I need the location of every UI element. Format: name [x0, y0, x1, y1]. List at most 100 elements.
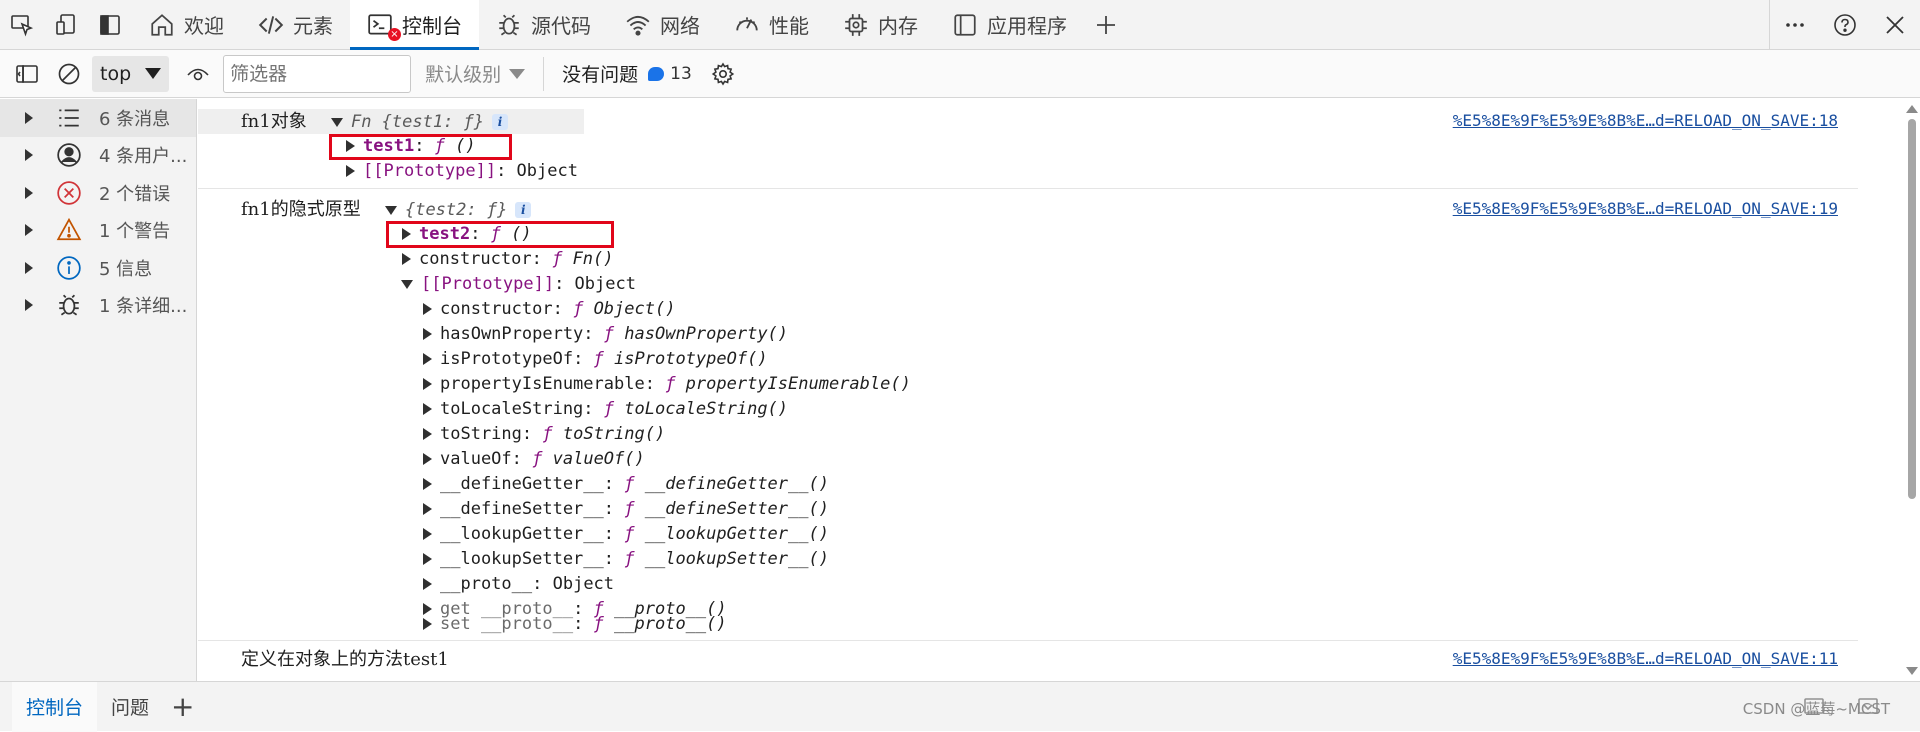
expand-arrow-icon[interactable] [423, 618, 432, 630]
dock-side-icon[interactable] [88, 0, 132, 50]
object-property-row[interactable]: propertyIsEnumerable: ƒ propertyIsEnumer… [423, 372, 911, 397]
add-drawer-tab-icon[interactable]: + [171, 690, 194, 723]
sidebar-item-verbose[interactable]: 1 条详细... [0, 287, 196, 325]
context-selector[interactable]: top [92, 56, 169, 92]
object-property-row[interactable]: hasOwnProperty: ƒ hasOwnProperty() [423, 322, 788, 347]
clear-console-icon[interactable] [48, 50, 90, 98]
sidebar-item-warnings[interactable]: 1 个警告 [0, 212, 196, 250]
filter-input[interactable] [223, 55, 411, 93]
more-options-icon[interactable] [1770, 0, 1820, 50]
source-link[interactable]: %E5%8E%9F%E5%9E%8B%E…d=RELOAD_ON_SAVE:11 [1453, 649, 1838, 668]
live-expression-eye-icon[interactable] [177, 50, 219, 98]
console-settings-gear-icon[interactable] [702, 50, 744, 98]
expand-arrow-icon[interactable] [25, 262, 33, 274]
expand-arrow-icon[interactable] [423, 453, 432, 465]
sidebar-item-info[interactable]: 5 信息 [0, 249, 196, 287]
drawer-tab-console[interactable]: 控制台 [12, 682, 97, 732]
add-tab-icon[interactable] [1084, 0, 1128, 50]
object-property-row[interactable]: toString: ƒ toString() [423, 422, 665, 447]
tab-sources[interactable]: 源代码 [479, 0, 608, 50]
object-property-row[interactable]: __defineSetter__: ƒ __defineSetter__() [423, 497, 829, 522]
tab-elements[interactable]: 元素 [241, 0, 350, 50]
sidebar-item-messages[interactable]: 6 条消息 [0, 99, 196, 137]
expand-arrow-icon[interactable] [423, 328, 432, 340]
property-value: propertyIsEnumerable() [675, 374, 910, 394]
expand-arrow-icon[interactable] [423, 503, 432, 515]
tab-console[interactable]: × 控制台 [350, 0, 479, 50]
collapse-arrow-icon[interactable] [401, 280, 413, 289]
close-devtools-icon[interactable] [1870, 0, 1920, 50]
expand-arrow-icon[interactable] [423, 553, 432, 565]
tab-welcome[interactable]: 欢迎 [132, 0, 241, 50]
object-preview[interactable]: Fn {test1: ƒ} [351, 112, 484, 132]
scroll-down-arrow-icon[interactable] [1906, 667, 1918, 675]
expand-arrow-icon[interactable] [25, 149, 33, 161]
property-key: constructor [419, 249, 532, 269]
bug-icon [55, 291, 83, 319]
device-emulation-icon[interactable] [44, 0, 88, 50]
expand-arrow-icon[interactable] [423, 528, 432, 540]
inspect-element-icon[interactable] [0, 0, 44, 50]
object-property-row[interactable]: set __proto__: ƒ __proto__() [423, 612, 727, 637]
object-property-row[interactable]: __lookupGetter__: ƒ __lookupGetter__() [423, 522, 829, 547]
function-symbol: ƒ [624, 549, 634, 569]
info-badge-icon[interactable]: i [515, 202, 531, 218]
object-property-row[interactable]: __lookupSetter__: ƒ __lookupSetter__() [423, 547, 829, 572]
collapse-arrow-icon[interactable] [385, 206, 397, 215]
expand-arrow-icon[interactable] [346, 165, 355, 177]
object-preview[interactable]: {test2: ƒ} [405, 200, 507, 220]
expand-arrow-icon[interactable] [423, 378, 432, 390]
property-value: hasOwnProperty() [614, 324, 788, 344]
drawer-tab-issues[interactable]: 问题 [97, 682, 163, 732]
sidebar-item-label: 4 条用户... [99, 142, 187, 168]
property-separator: : [554, 274, 574, 294]
drawer-tab-label: 问题 [111, 693, 149, 720]
property-separator: : [532, 574, 552, 594]
log-label: fn1的隐式原型 [241, 199, 361, 220]
expand-arrow-icon[interactable] [423, 478, 432, 490]
object-property-row[interactable]: valueOf: ƒ valueOf() [423, 447, 645, 472]
info-badge-icon[interactable]: i [492, 114, 508, 130]
property-separator: : [496, 161, 516, 181]
tab-network[interactable]: 网络 [608, 0, 717, 50]
sidebar-item-user-messages[interactable]: 4 条用户... [0, 137, 196, 175]
object-property-row[interactable]: __defineGetter__: ƒ __defineGetter__() [423, 472, 829, 497]
expand-arrow-icon[interactable] [423, 578, 432, 590]
log-level-dropdown[interactable]: 默认级别 [425, 60, 525, 87]
object-property-row[interactable]: [[Prototype]]: Object [346, 159, 578, 184]
object-property-row[interactable]: constructor: ƒ Object() [423, 297, 675, 322]
help-icon[interactable] [1820, 0, 1870, 50]
sidebar-item-errors[interactable]: 2 个错误 [0, 174, 196, 212]
object-property-row[interactable]: constructor: ƒ Fn() [402, 247, 614, 272]
scrollbar-thumb[interactable] [1908, 119, 1916, 499]
object-property-row[interactable]: isPrototypeOf: ƒ isPrototypeOf() [423, 347, 768, 372]
object-property-row[interactable]: toLocaleString: ƒ toLocaleString() [423, 397, 788, 422]
expand-arrow-icon[interactable] [25, 299, 33, 311]
expand-arrow-icon[interactable] [25, 187, 33, 199]
show-sidebar-icon[interactable] [6, 50, 48, 98]
property-value: __lookupSetter__() [635, 549, 829, 569]
tab-performance[interactable]: 性能 [717, 0, 826, 50]
expand-arrow-icon[interactable] [25, 112, 33, 124]
expand-arrow-icon[interactable] [423, 428, 432, 440]
source-link[interactable]: %E5%8E%9F%E5%9E%8B%E…d=RELOAD_ON_SAVE:19 [1453, 199, 1838, 218]
wifi-icon [625, 12, 651, 38]
source-link[interactable]: %E5%8E%9F%E5%9E%8B%E…d=RELOAD_ON_SAVE:18 [1453, 111, 1838, 130]
expand-arrow-icon[interactable] [402, 253, 411, 265]
issue-count-button[interactable]: 13 [648, 64, 692, 84]
collapse-arrow-icon[interactable] [331, 118, 343, 127]
property-value: Fn() [562, 249, 613, 269]
expand-arrow-icon[interactable] [423, 303, 432, 315]
expand-arrow-icon[interactable] [423, 403, 432, 415]
property-separator: : [583, 324, 603, 344]
object-property-row[interactable]: [[Prototype]]: Object [401, 272, 636, 297]
object-property-row[interactable]: __proto__: Object [423, 572, 614, 597]
issues-label[interactable]: 没有问题 [562, 60, 638, 87]
scroll-up-arrow-icon[interactable] [1906, 105, 1918, 113]
tab-memory[interactable]: 内存 [826, 0, 935, 50]
tab-application[interactable]: 应用程序 [935, 0, 1084, 50]
expand-arrow-icon[interactable] [25, 224, 33, 236]
console-scrollbar[interactable] [1904, 99, 1920, 681]
tab-label: 控制台 [402, 10, 462, 39]
expand-arrow-icon[interactable] [423, 353, 432, 365]
